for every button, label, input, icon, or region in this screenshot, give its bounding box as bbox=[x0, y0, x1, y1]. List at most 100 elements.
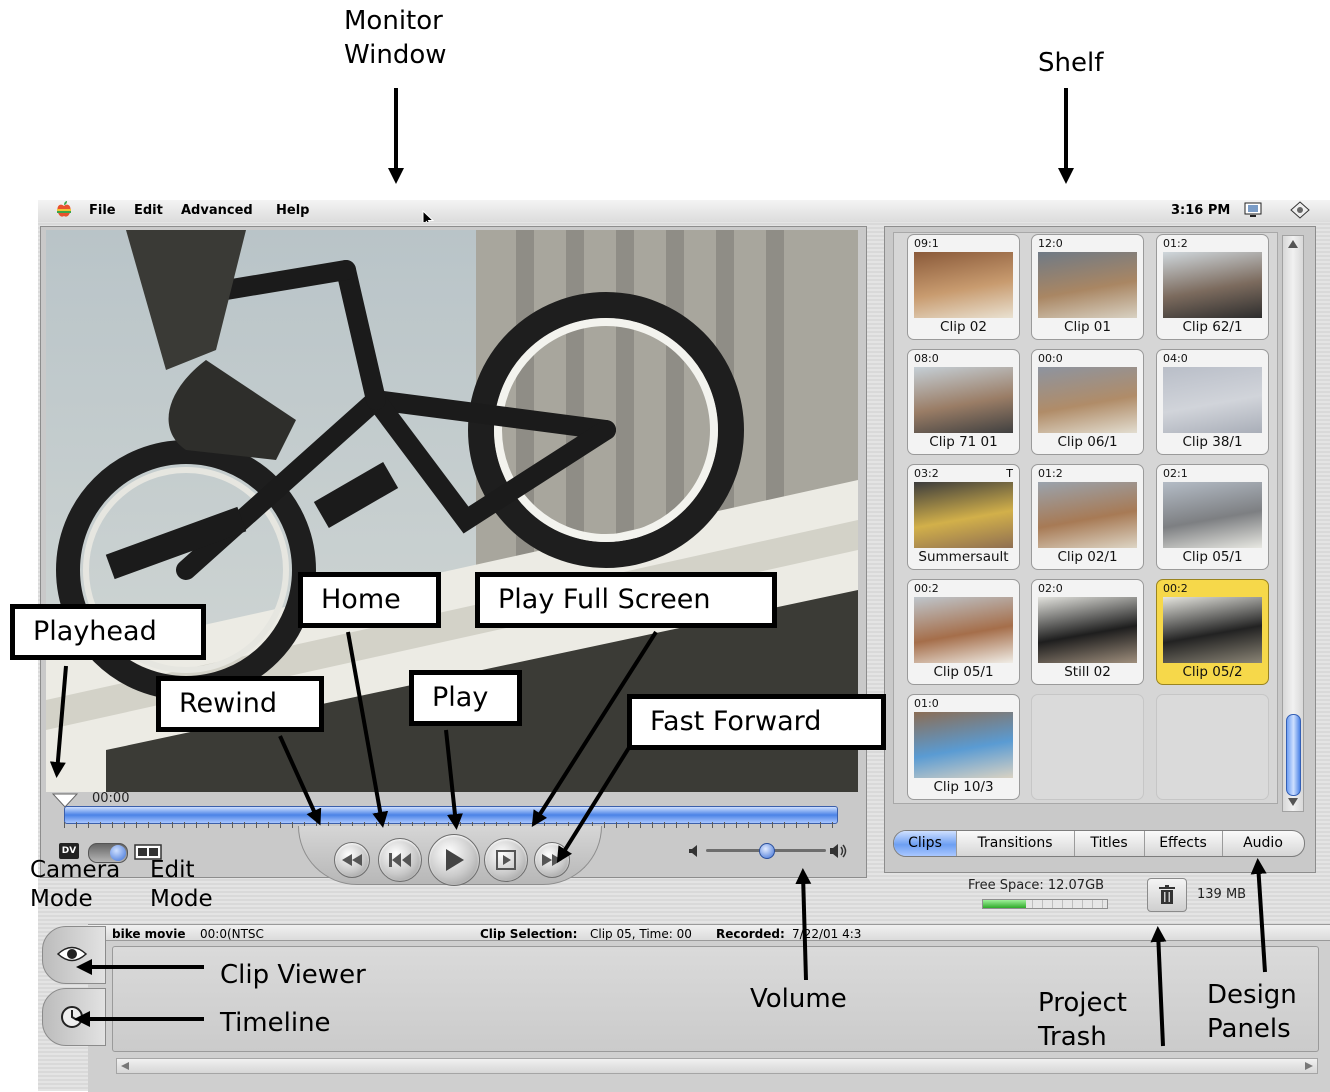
eye-icon bbox=[57, 946, 87, 962]
play-full-screen-icon bbox=[496, 850, 516, 870]
annotation-volume: Volume bbox=[750, 984, 847, 1014]
fast-forward-button[interactable] bbox=[534, 842, 570, 878]
annotation-edit-mode: Edit Mode bbox=[150, 857, 213, 912]
apple-menu-icon[interactable] bbox=[56, 201, 72, 223]
clip-duration: 00:2 bbox=[914, 582, 939, 595]
clip-thumbnail bbox=[914, 482, 1013, 548]
play-button[interactable] bbox=[428, 834, 480, 886]
clip-duration: 09:1 bbox=[914, 237, 939, 250]
scroll-right-icon[interactable] bbox=[1305, 1062, 1313, 1070]
clip-thumbnail bbox=[1038, 252, 1137, 318]
annotation-clip-viewer: Clip Viewer bbox=[220, 960, 366, 990]
clip-thumbnail bbox=[1038, 597, 1137, 663]
scroll-up-icon[interactable] bbox=[1288, 240, 1298, 248]
clip-thumbnail bbox=[1163, 597, 1262, 663]
clip-name: Clip 62/1 bbox=[1182, 319, 1243, 335]
monitor-menu-icon[interactable] bbox=[1244, 202, 1262, 222]
shelf-clip-tile[interactable]: 01:2 Clip 02/1 bbox=[1031, 464, 1144, 570]
clip-duration: 00:2 bbox=[1163, 582, 1188, 595]
clip-name: Clip 06/1 bbox=[1057, 434, 1118, 450]
shelf-clip-tile[interactable]: 01:0 Clip 10/3 bbox=[907, 694, 1020, 800]
shelf-clip-tile[interactable]: 00:0 Clip 06/1 bbox=[1031, 349, 1144, 455]
clip-name: Clip 05/1 bbox=[1182, 549, 1243, 565]
clip-thumbnail bbox=[914, 712, 1013, 778]
timecode-display: 00:00 bbox=[92, 791, 130, 806]
scroll-down-icon[interactable] bbox=[1288, 798, 1298, 806]
shelf-clip-tile[interactable]: 04:0 Clip 38/1 bbox=[1156, 349, 1269, 455]
shelf-empty-slot[interactable] bbox=[1031, 694, 1144, 800]
application-menu-icon[interactable] bbox=[1290, 201, 1310, 223]
shelf-clip-tile[interactable]: 02:0 Still 02 bbox=[1031, 579, 1144, 685]
clip-thumbnail bbox=[914, 367, 1013, 433]
tab-audio[interactable]: Audio bbox=[1222, 831, 1304, 856]
shelf-clip-tile[interactable]: 02:1 Clip 05/1 bbox=[1156, 464, 1269, 570]
design-panel-tabs: Clips Transitions Titles Effects Audio bbox=[893, 830, 1305, 857]
home-button[interactable] bbox=[378, 838, 422, 882]
tab-effects[interactable]: Effects bbox=[1144, 831, 1223, 856]
scroll-left-icon[interactable] bbox=[121, 1062, 129, 1070]
recorded-value: 7/22/01 4:3 bbox=[792, 927, 862, 941]
project-name: bike movie bbox=[112, 927, 186, 941]
clip-duration: 12:0 bbox=[1038, 237, 1063, 250]
tab-clips[interactable]: Clips bbox=[894, 831, 957, 856]
menu-help[interactable]: Help bbox=[276, 203, 309, 218]
clip-thumbnail bbox=[1163, 252, 1262, 318]
clip-selection-label: Clip Selection: bbox=[480, 927, 578, 941]
callout-home: Home bbox=[298, 572, 441, 628]
clip-name: Clip 71 01 bbox=[929, 434, 998, 450]
menu-file[interactable]: File bbox=[89, 203, 116, 218]
clip-name: Clip 02 bbox=[940, 319, 987, 335]
annotation-timeline: Timeline bbox=[220, 1008, 331, 1038]
clip-duration: 01:2 bbox=[1163, 237, 1188, 250]
shelf-clip-tile[interactable]: 00:2 Clip 05/1 bbox=[907, 579, 1020, 685]
volume-slider-knob[interactable] bbox=[759, 843, 775, 859]
shelf-clip-tile[interactable]: 01:2 Clip 62/1 bbox=[1156, 234, 1269, 340]
tab-titles[interactable]: Titles bbox=[1074, 831, 1145, 856]
clip-duration: 03:2 bbox=[914, 467, 939, 480]
shelf-scrollbar[interactable] bbox=[1282, 235, 1304, 812]
shelf-clip-tile[interactable]: 09:1 Clip 02 bbox=[907, 234, 1020, 340]
free-space-label: Free Space: 12.07GB bbox=[968, 878, 1105, 893]
clip-duration: 02:0 bbox=[1038, 582, 1063, 595]
clip-name: Clip 38/1 bbox=[1182, 434, 1243, 450]
clip-duration: 04:0 bbox=[1163, 352, 1188, 365]
clip-name: Clip 10/3 bbox=[933, 779, 994, 795]
clip-thumbnail bbox=[1038, 367, 1137, 433]
shelf-empty-slot[interactable] bbox=[1156, 694, 1269, 800]
clip-flag: T bbox=[1006, 467, 1013, 480]
menu-edit[interactable]: Edit bbox=[134, 203, 163, 218]
project-meta: 00:0(NTSC bbox=[200, 927, 264, 941]
shelf-clip-tile[interactable]: 03:2 T Summersault bbox=[907, 464, 1020, 570]
clip-name: Clip 05/2 bbox=[1182, 664, 1243, 680]
callout-playhead: Playhead bbox=[10, 604, 206, 660]
recorded-label: Recorded: bbox=[716, 927, 785, 941]
clip-thumbnail bbox=[1163, 367, 1262, 433]
timeline-horizontal-scrollbar[interactable] bbox=[116, 1058, 1318, 1074]
clip-viewer-tab[interactable] bbox=[42, 926, 106, 984]
home-icon bbox=[389, 853, 411, 867]
clip-name: Clip 02/1 bbox=[1057, 549, 1118, 565]
tab-transitions[interactable]: Transitions bbox=[956, 831, 1075, 856]
callout-play: Play bbox=[409, 670, 522, 726]
shelf-scroll-thumb[interactable] bbox=[1286, 714, 1301, 796]
timeline-tab[interactable] bbox=[42, 988, 106, 1046]
clock-icon bbox=[61, 1006, 83, 1028]
play-full-screen-button[interactable] bbox=[484, 838, 528, 882]
free-space-meter bbox=[982, 899, 1108, 909]
volume-high-icon bbox=[830, 844, 847, 858]
shelf-clip-tile[interactable]: 12:0 Clip 01 bbox=[1031, 234, 1144, 340]
rewind-button[interactable] bbox=[334, 842, 370, 878]
project-trash-button[interactable] bbox=[1147, 878, 1187, 912]
menu-advanced[interactable]: Advanced bbox=[181, 203, 253, 218]
clip-duration: 08:0 bbox=[914, 352, 939, 365]
annotation-camera-mode: Camera Mode bbox=[30, 857, 121, 912]
clip-name: Clip 01 bbox=[1064, 319, 1111, 335]
callout-fast-forward: Fast Forward bbox=[627, 694, 886, 750]
callout-rewind: Rewind bbox=[156, 676, 324, 732]
shelf-clip-tile[interactable]: 08:0 Clip 71 01 bbox=[907, 349, 1020, 455]
clip-duration: 01:0 bbox=[914, 697, 939, 710]
shelf-clip-tile[interactable]: 00:2 Clip 05/2 bbox=[1156, 579, 1269, 685]
menu-bar: File Edit Advanced Help 3:16 PM bbox=[38, 200, 1330, 223]
trash-size-label: 139 MB bbox=[1197, 887, 1247, 902]
menu-clock[interactable]: 3:16 PM bbox=[1171, 203, 1230, 218]
